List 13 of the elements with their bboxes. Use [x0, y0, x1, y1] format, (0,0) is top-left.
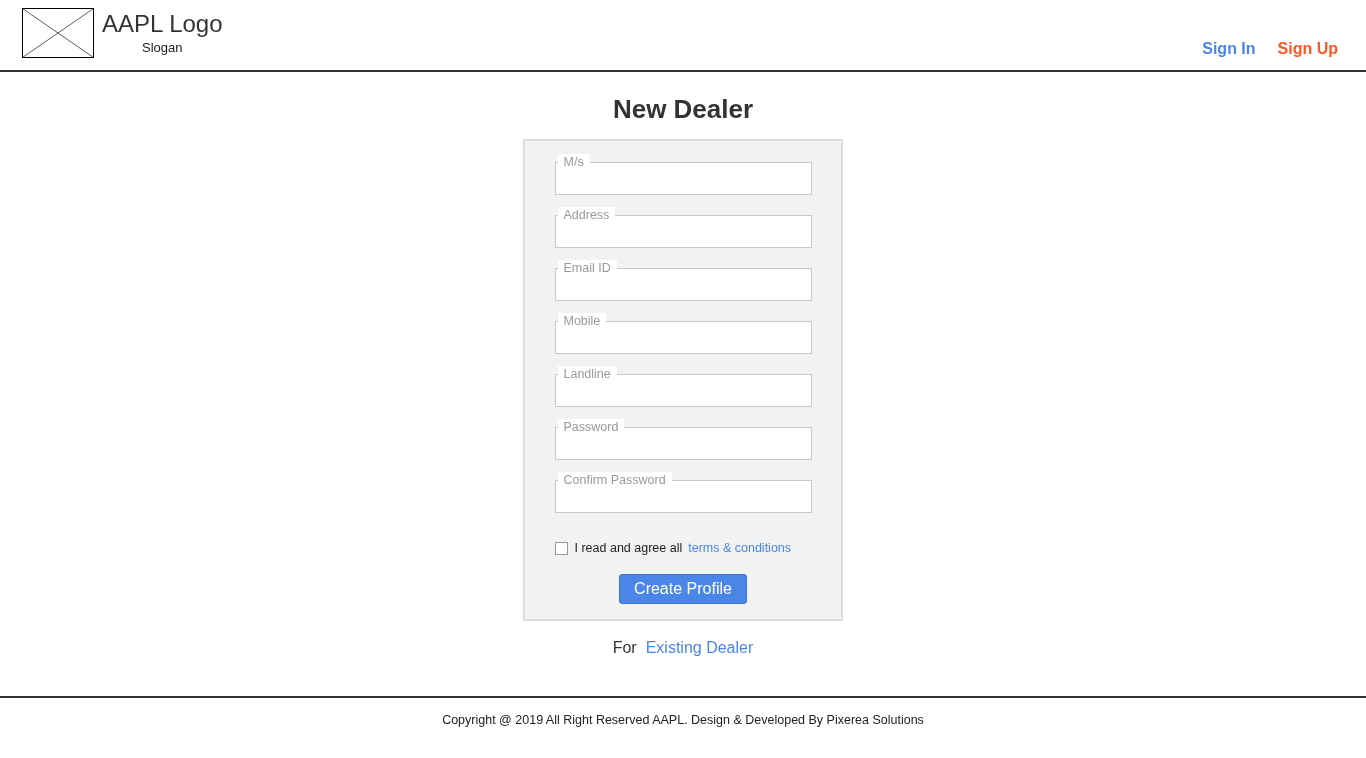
existing-dealer-link[interactable]: Existing Dealer — [645, 639, 754, 657]
page-title: New Dealer — [612, 94, 754, 124]
nav-link[interactable]: Sign In — [1202, 40, 1256, 60]
agree-text: I read and agree all — [574, 541, 683, 555]
logo-placeholder-icon — [22, 8, 94, 58]
terms-link[interactable]: terms & conditions — [688, 541, 792, 555]
slogan: Slogan — [142, 41, 183, 55]
logo-text: AAPL Logo — [102, 9, 223, 39]
checkbox[interactable] — [554, 541, 568, 555]
for-text: For — [612, 639, 637, 657]
create-profile-button[interactable]: Create Profile — [619, 574, 747, 604]
copyright-text: Copyright @ 2019 All Right Reserved AAPL. Design & Developed By Pixerea Solutions — [442, 713, 924, 729]
nav-link[interactable]: Sign Up — [1277, 40, 1338, 60]
